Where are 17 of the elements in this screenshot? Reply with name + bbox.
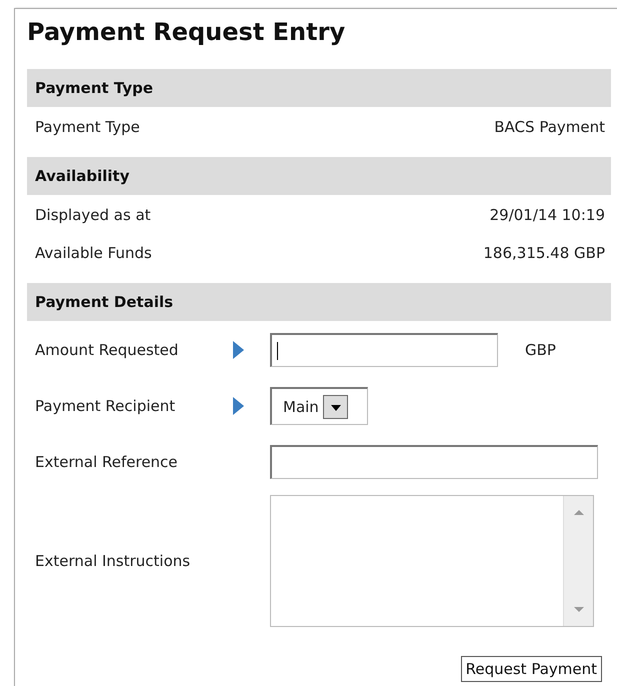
field-label: External Reference bbox=[35, 453, 179, 471]
field-value: 186,315.48 GBP bbox=[483, 243, 605, 264]
section-header: Availability bbox=[27, 157, 611, 195]
field-label: Payment Type bbox=[35, 117, 140, 138]
currency-label: GBP bbox=[525, 341, 556, 359]
field-label: External Instructions bbox=[35, 552, 192, 570]
section-header: Payment Type bbox=[27, 69, 611, 107]
field-value: BACS Payment bbox=[494, 117, 605, 138]
field-value: 29/01/14 10:19 bbox=[490, 205, 605, 226]
field-label: Payment Recipient bbox=[35, 397, 176, 415]
request-payment-button[interactable]: Request Payment bbox=[460, 656, 602, 682]
section-header: Payment Details bbox=[27, 283, 611, 321]
form-title: Payment Request Entry bbox=[27, 17, 346, 48]
field-label: Available Funds bbox=[35, 243, 152, 264]
field-label: Displayed as at bbox=[35, 205, 151, 226]
field-label: Amount Requested bbox=[35, 341, 180, 359]
dropdown[interactable]: Main bbox=[270, 387, 368, 425]
